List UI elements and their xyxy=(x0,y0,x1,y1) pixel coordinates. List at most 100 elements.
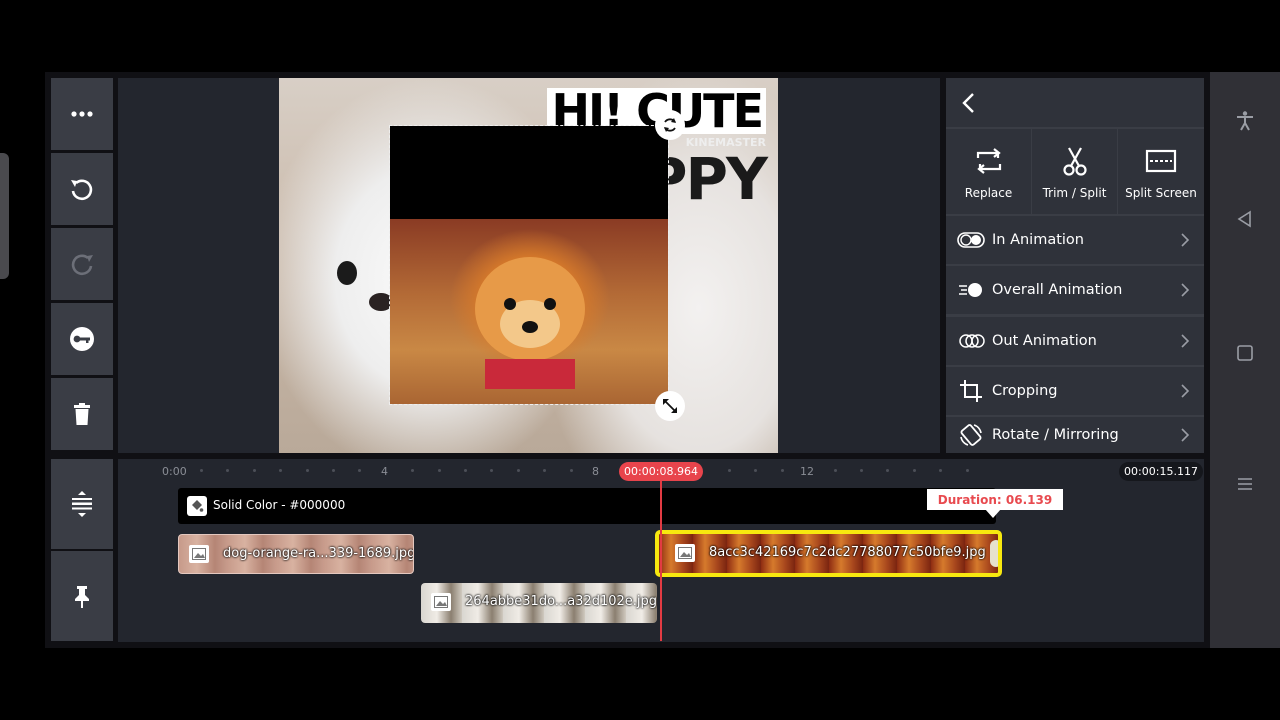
image-icon xyxy=(431,593,451,611)
clip-name: 8acc3c42169c7c2dc27788077c50bfe9.jpg xyxy=(709,545,986,560)
accessibility-icon xyxy=(1237,111,1253,131)
image-icon xyxy=(675,544,695,562)
key-icon xyxy=(70,327,94,351)
image-icon xyxy=(189,545,209,563)
project-duration: 00:00:15.117 xyxy=(1119,462,1203,481)
tick-dot xyxy=(200,469,203,472)
more-button[interactable] xyxy=(51,78,113,150)
split-screen-label: Split Screen xyxy=(1125,185,1197,200)
menu-lines-icon xyxy=(1238,478,1252,490)
clip-264abbe[interactable]: 264abbe31do...a32d102e.jpg xyxy=(421,583,657,623)
split-screen-icon xyxy=(1145,149,1177,172)
out-animation-item[interactable]: Out Animation xyxy=(946,317,1204,365)
rotate-mirroring-label: Rotate / Mirroring xyxy=(992,427,1119,443)
redo-button[interactable] xyxy=(51,228,113,300)
replace-icon xyxy=(976,147,1001,174)
tick-dot xyxy=(464,469,467,472)
tick-label-4: 4 xyxy=(381,465,388,478)
resize-handle[interactable] xyxy=(655,391,685,421)
nav-home-button[interactable] xyxy=(1231,339,1259,367)
undo-button[interactable] xyxy=(51,153,113,225)
chevron-right-icon xyxy=(1181,233,1190,247)
chevron-right-icon xyxy=(1181,334,1190,348)
chevron-right-icon xyxy=(1181,283,1190,297)
crop-icon xyxy=(957,380,985,402)
track-view-button[interactable] xyxy=(51,459,113,549)
in-animation-label: In Animation xyxy=(992,232,1084,248)
playhead[interactable] xyxy=(660,479,662,641)
overlay-black-area xyxy=(390,126,668,219)
trim-split-label: Trim / Split xyxy=(1042,185,1107,200)
clip-name: 264abbe31do...a32d102e.jpg xyxy=(465,594,657,609)
selected-layer-overlay[interactable] xyxy=(389,125,669,405)
in-animation-icon xyxy=(957,229,985,251)
trim-handle[interactable] xyxy=(990,540,998,567)
delete-button[interactable] xyxy=(51,378,113,450)
redo-icon xyxy=(71,254,93,276)
orange-dog-image xyxy=(390,219,668,404)
overall-animation-label: Overall Animation xyxy=(992,282,1123,298)
rotate-handle[interactable] xyxy=(655,110,685,140)
keyframe-button[interactable] xyxy=(51,303,113,375)
tick-dot xyxy=(913,469,916,472)
resize-arrows-icon xyxy=(663,399,677,413)
chevron-right-icon xyxy=(1181,428,1190,442)
solid-color-label: Solid Color - #000000 xyxy=(213,498,346,512)
tick-dot xyxy=(728,469,731,472)
tick-dot xyxy=(966,469,969,472)
cropping-item[interactable]: Cropping xyxy=(946,367,1204,415)
replace-label: Replace xyxy=(964,185,1013,200)
pin-button[interactable] xyxy=(51,551,113,641)
back-button[interactable] xyxy=(954,88,984,118)
tick-dot xyxy=(570,469,573,472)
trash-icon xyxy=(74,403,90,425)
dog-face xyxy=(475,257,585,389)
chevron-left-icon xyxy=(962,93,974,113)
clip-dog-orange[interactable]: dog-orange-ra...339-1689.jpg xyxy=(178,534,414,574)
pin-icon xyxy=(75,586,89,608)
tick-dot xyxy=(279,469,282,472)
nav-back-button[interactable] xyxy=(1231,205,1259,233)
replace-button[interactable]: Replace xyxy=(946,129,1031,214)
tick-dot xyxy=(834,469,837,472)
tick-dot xyxy=(490,469,493,472)
expand-tracks-icon xyxy=(72,491,92,517)
scissors-icon xyxy=(1062,146,1087,176)
clip-name: dog-orange-ra...339-1689.jpg xyxy=(223,546,414,561)
tick-dot xyxy=(860,469,863,472)
cropping-label: Cropping xyxy=(992,383,1058,399)
rotate-icon xyxy=(957,424,985,446)
split-screen-button[interactable]: Split Screen xyxy=(1118,129,1204,214)
rotate-mirroring-item[interactable]: Rotate / Mirroring xyxy=(946,417,1204,453)
rotate-arrows-icon xyxy=(664,118,676,132)
overall-animation-item[interactable]: Overall Animation xyxy=(946,266,1204,314)
tick-dot xyxy=(886,469,889,472)
tick-label-0: 0:00 xyxy=(162,465,187,478)
in-animation-item[interactable]: In Animation xyxy=(946,216,1204,264)
edge-handle xyxy=(0,153,9,279)
tick-dot xyxy=(226,469,229,472)
nav-menu-button[interactable] xyxy=(1231,470,1259,498)
clip-8acc3c-selected[interactable]: 8acc3c42169c7c2dc27788077c50bfe9.jpg xyxy=(655,530,1002,577)
square-home-icon xyxy=(1237,345,1253,361)
layer-options-panel: Replace Trim / Split Split Screen In Ani… xyxy=(946,78,1204,453)
trim-split-button[interactable]: Trim / Split xyxy=(1032,129,1117,214)
tick-dot xyxy=(781,469,784,472)
triangle-back-icon xyxy=(1237,210,1251,228)
tick-dot xyxy=(253,469,256,472)
tick-dot xyxy=(939,469,942,472)
overall-animation-icon xyxy=(957,279,985,301)
tick-dot xyxy=(306,469,309,472)
tick-dot xyxy=(543,469,546,472)
accessibility-button[interactable] xyxy=(1231,107,1259,135)
solid-color-icon xyxy=(187,496,207,516)
out-animation-icon xyxy=(957,330,985,352)
duration-tooltip: Duration: 06.139 xyxy=(927,489,1063,510)
tick-label-8: 8 xyxy=(592,465,599,478)
more-dots-icon xyxy=(71,111,93,117)
panel-header xyxy=(946,78,1204,127)
tick-dot xyxy=(517,469,520,472)
tick-dot xyxy=(754,469,757,472)
chevron-right-icon xyxy=(1181,384,1190,398)
playhead-time: 00:00:08.964 xyxy=(619,462,703,481)
